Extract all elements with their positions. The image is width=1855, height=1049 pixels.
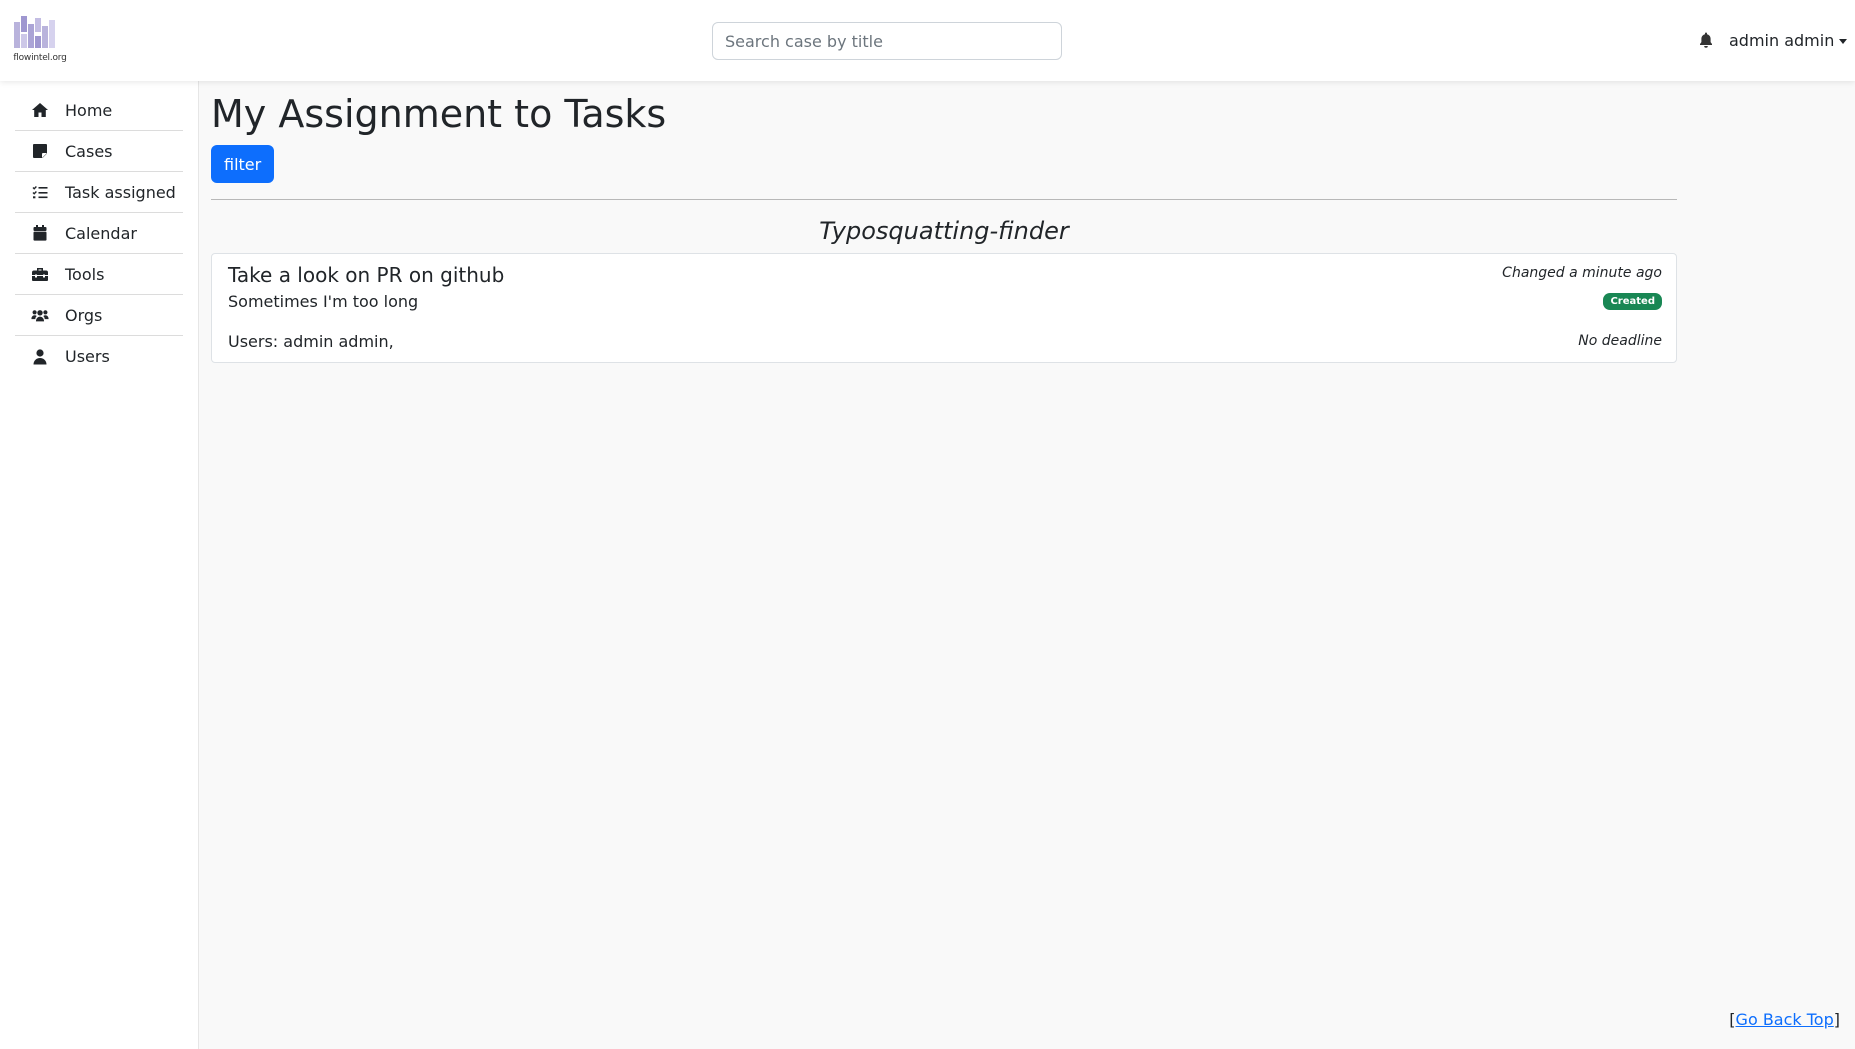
sidebar-item-cases[interactable]: Cases	[15, 131, 183, 172]
flowintel-logo[interactable]: flowintel.org	[11, 14, 71, 66]
logo-text: flowintel.org	[13, 53, 67, 63]
task-users: Users: admin admin,	[228, 332, 394, 351]
sidebar-item-task-assigned[interactable]: Task assigned	[15, 172, 183, 213]
bell-icon[interactable]	[1699, 32, 1713, 48]
logo-graphic	[14, 16, 55, 48]
sidebar: Home Cases Task assigned Calendar Tools …	[0, 81, 199, 1049]
sidebar-item-calendar[interactable]: Calendar	[15, 213, 183, 254]
list-check-icon	[31, 183, 49, 201]
task-last-changed: Changed a minute ago	[1502, 265, 1662, 281]
case-heading[interactable]: Typosquatting-finder	[211, 215, 1677, 247]
home-icon	[31, 101, 49, 119]
go-back-top: [Go Back Top]	[1729, 1010, 1840, 1029]
toolbox-icon	[31, 265, 49, 283]
sidebar-item-home[interactable]: Home	[15, 90, 183, 131]
page-title: My Assignment to Tasks	[211, 92, 667, 136]
sidebar-item-tools[interactable]: Tools	[15, 254, 183, 295]
user-icon	[31, 348, 49, 366]
sidebar-item-users[interactable]: Users	[15, 336, 183, 377]
caret-down-icon	[1839, 38, 1848, 44]
filter-button[interactable]: filter	[211, 145, 275, 183]
sidebar-item-label: Calendar	[65, 223, 137, 243]
divider	[211, 199, 1677, 200]
sidebar-item-label: Cases	[65, 141, 113, 161]
task-title[interactable]: Take a look on PR on github	[228, 263, 504, 287]
sticky-note-icon	[31, 142, 49, 160]
sidebar-item-label: Home	[65, 100, 113, 120]
sidebar-item-label: Task assigned	[65, 182, 176, 202]
calendar-icon	[31, 224, 49, 242]
task-deadline: No deadline	[1578, 333, 1662, 349]
top-navbar: flowintel.org admin admin	[0, 0, 1855, 81]
sidebar-item-orgs[interactable]: Orgs	[15, 295, 183, 336]
go-back-top-link[interactable]: Go Back Top	[1736, 1010, 1834, 1029]
user-name: admin admin	[1729, 30, 1835, 50]
status-badge: Created	[1603, 293, 1662, 310]
users-group-icon	[31, 306, 49, 324]
search-input[interactable]	[712, 22, 1062, 60]
task-card[interactable]: Take a look on PR on github Sometimes I'…	[211, 253, 1677, 363]
user-menu-dropdown[interactable]: admin admin	[1729, 28, 1848, 52]
sidebar-item-label: Tools	[65, 264, 105, 284]
bracket-close: ]	[1833, 1010, 1840, 1029]
task-description: Sometimes I'm too long	[228, 292, 419, 311]
sidebar-item-label: Orgs	[65, 305, 103, 325]
sidebar-item-label: Users	[65, 347, 110, 366]
sidebar-nav: Home Cases Task assigned Calendar Tools …	[15, 90, 183, 377]
